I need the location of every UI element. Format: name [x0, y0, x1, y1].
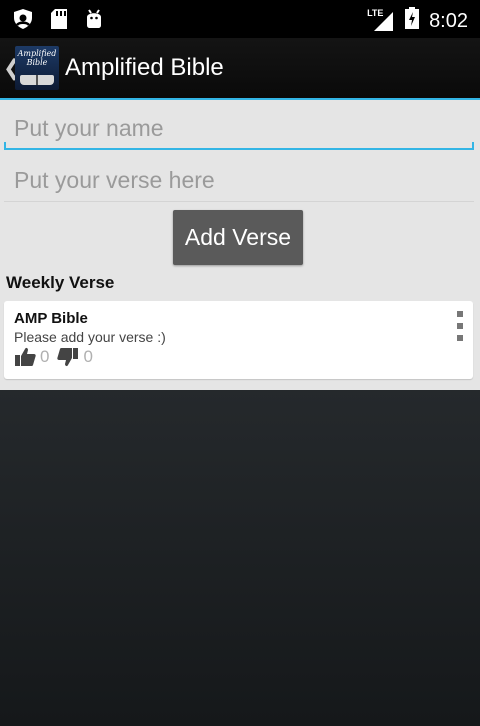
verse-card-body: Please add your verse :) [14, 329, 166, 345]
status-bar: LTE 8:02 [0, 0, 480, 38]
app-title: Amplified Bible [65, 54, 224, 81]
up-navigation-icon[interactable]: ❮ [3, 55, 21, 81]
verse-card-stats: 0 0 [14, 347, 93, 367]
action-bar: ❮ Amplified Bible Amplified Bible [0, 38, 480, 100]
empty-background [0, 390, 480, 726]
battery-charging-icon [405, 7, 420, 35]
android-icon [84, 8, 104, 35]
verse-card[interactable]: AMP Bible Please add your verse :) 0 0 [4, 301, 473, 379]
name-input[interactable]: Put your name [4, 106, 474, 150]
thumbs-down-icon[interactable] [57, 347, 79, 367]
overflow-menu-icon[interactable] [455, 311, 465, 341]
main-content: Put your name Put your verse here Add Ve… [0, 100, 480, 390]
dislike-count: 0 [83, 347, 93, 366]
add-verse-button[interactable]: Add Verse [173, 210, 303, 265]
thumbs-up-icon[interactable] [14, 347, 36, 367]
like-count: 0 [40, 347, 50, 366]
app-logo[interactable]: Amplified Bible [15, 46, 59, 90]
weekly-verse-heading: Weekly Verse [6, 273, 115, 292]
network-type-label: LTE [367, 8, 384, 18]
clock: 8:02 [429, 9, 468, 32]
sd-card-icon [50, 8, 68, 35]
verse-input[interactable]: Put your verse here [4, 158, 474, 202]
verse-card-title: AMP Bible [14, 310, 88, 327]
signal-icon: LTE [367, 8, 395, 32]
shield-icon [12, 8, 34, 35]
bible-book-icon [20, 75, 54, 85]
app-logo-text: Amplified Bible [17, 49, 57, 67]
